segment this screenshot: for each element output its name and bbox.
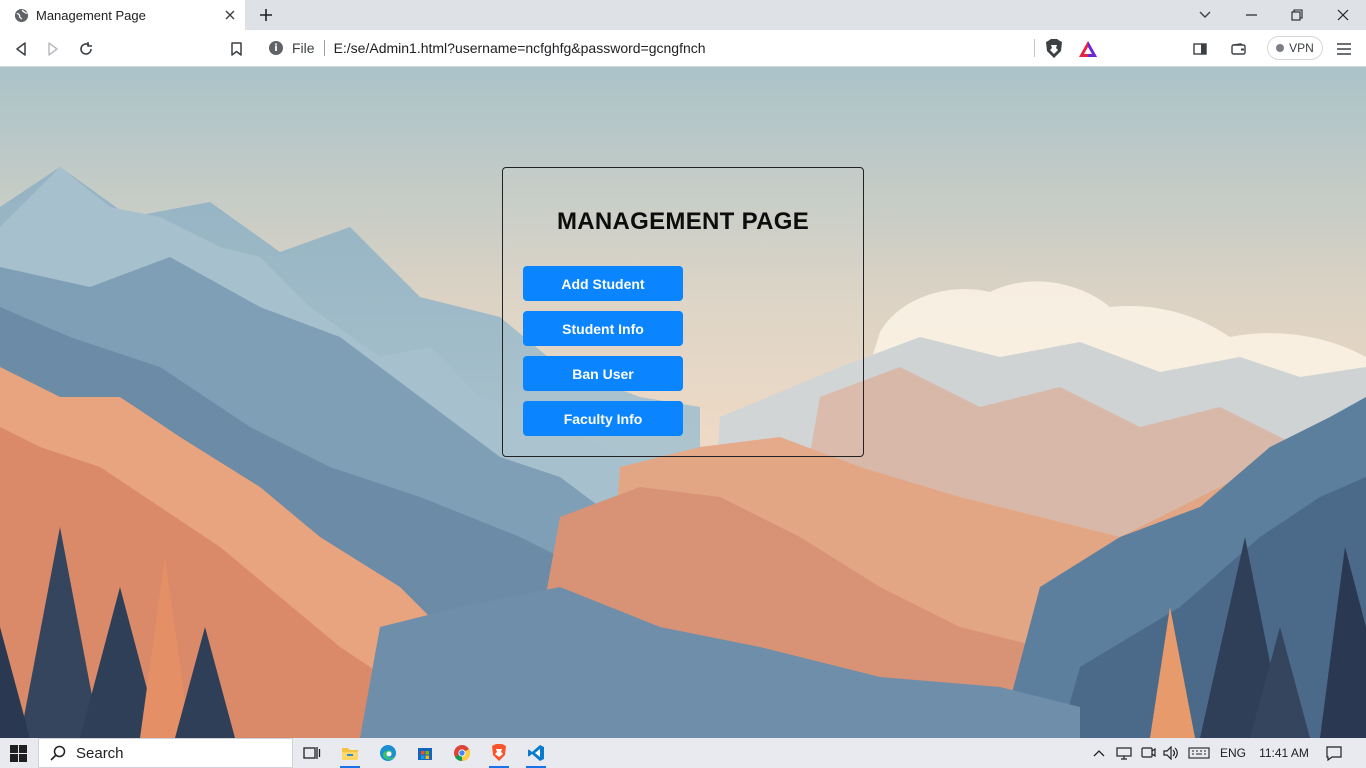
page-viewport: MANAGEMENT PAGE Add Student Student Info… <box>0 67 1366 738</box>
keyboard-icon[interactable] <box>1186 738 1212 768</box>
back-icon[interactable] <box>10 38 32 60</box>
sidebar-icon[interactable] <box>1189 38 1211 60</box>
student-info-button[interactable]: Student Info <box>523 311 683 346</box>
show-hidden-icons-chevron-icon[interactable] <box>1090 738 1108 768</box>
tab-strip: Management Page <box>0 0 1366 30</box>
add-student-button[interactable]: Add Student <box>523 266 683 301</box>
address-scheme: File <box>292 40 315 56</box>
brave-rewards-icon[interactable] <box>1077 38 1099 60</box>
close-window-icon[interactable] <box>1320 0 1366 30</box>
chrome-icon[interactable] <box>449 741 475 765</box>
tab-title: Management Page <box>36 7 146 23</box>
page-title: MANAGEMENT PAGE <box>556 208 810 235</box>
forward-icon[interactable] <box>42 38 64 60</box>
volume-icon[interactable] <box>1161 738 1181 768</box>
vpn-label: VPN <box>1289 41 1314 55</box>
notifications-icon[interactable] <box>1322 738 1346 768</box>
task-view-icon[interactable] <box>299 741 325 765</box>
language-indicator[interactable]: ENG <box>1217 738 1249 768</box>
globe-icon <box>13 7 29 23</box>
address-bar[interactable]: i File E:/se/Admin1.html?username=ncfghf… <box>258 34 1106 62</box>
brave-icon[interactable] <box>486 741 512 768</box>
taskbar-search-box[interactable]: Search <box>38 738 293 768</box>
faculty-info-button[interactable]: Faculty Info <box>523 401 683 436</box>
omnibox-divider <box>1034 39 1035 57</box>
site-info-icon[interactable]: i <box>269 41 283 55</box>
tab-search-chevron-icon[interactable] <box>1182 0 1228 30</box>
management-card: MANAGEMENT PAGE Add Student Student Info… <box>502 167 864 457</box>
windows-taskbar: Search ENG 11:41 AM <box>0 738 1366 768</box>
clock-time[interactable]: 11:41 AM <box>1254 738 1314 768</box>
tab-close-icon[interactable] <box>220 5 240 25</box>
bookmark-icon[interactable] <box>225 38 247 60</box>
edge-icon[interactable] <box>375 741 401 765</box>
windows-start-icon[interactable] <box>10 745 27 762</box>
address-separator <box>323 40 325 56</box>
address-url[interactable]: E:/se/Admin1.html?username=ncfghfg&passw… <box>334 40 706 56</box>
vscode-icon[interactable] <box>523 741 549 768</box>
ban-user-button[interactable]: Ban User <box>523 356 683 391</box>
minimize-icon[interactable] <box>1228 0 1274 30</box>
search-icon <box>50 745 66 761</box>
file-explorer-icon[interactable] <box>337 741 363 768</box>
wallet-icon[interactable] <box>1227 38 1249 60</box>
browser-toolbar: i File E:/se/Admin1.html?username=ncfghf… <box>0 30 1366 67</box>
network-icon[interactable] <box>1114 738 1134 768</box>
tab-management-page[interactable]: Management Page <box>0 0 245 30</box>
vpn-status-icon <box>1276 44 1285 52</box>
reload-icon[interactable] <box>75 38 97 60</box>
new-tab-icon[interactable] <box>256 5 276 25</box>
meet-now-icon[interactable] <box>1138 738 1158 768</box>
restore-icon[interactable] <box>1274 0 1320 30</box>
vpn-button[interactable]: VPN <box>1267 36 1323 60</box>
menu-icon[interactable] <box>1333 38 1355 60</box>
brave-shields-icon[interactable] <box>1043 38 1065 60</box>
search-label: Search <box>76 744 124 762</box>
store-icon[interactable] <box>412 741 438 765</box>
